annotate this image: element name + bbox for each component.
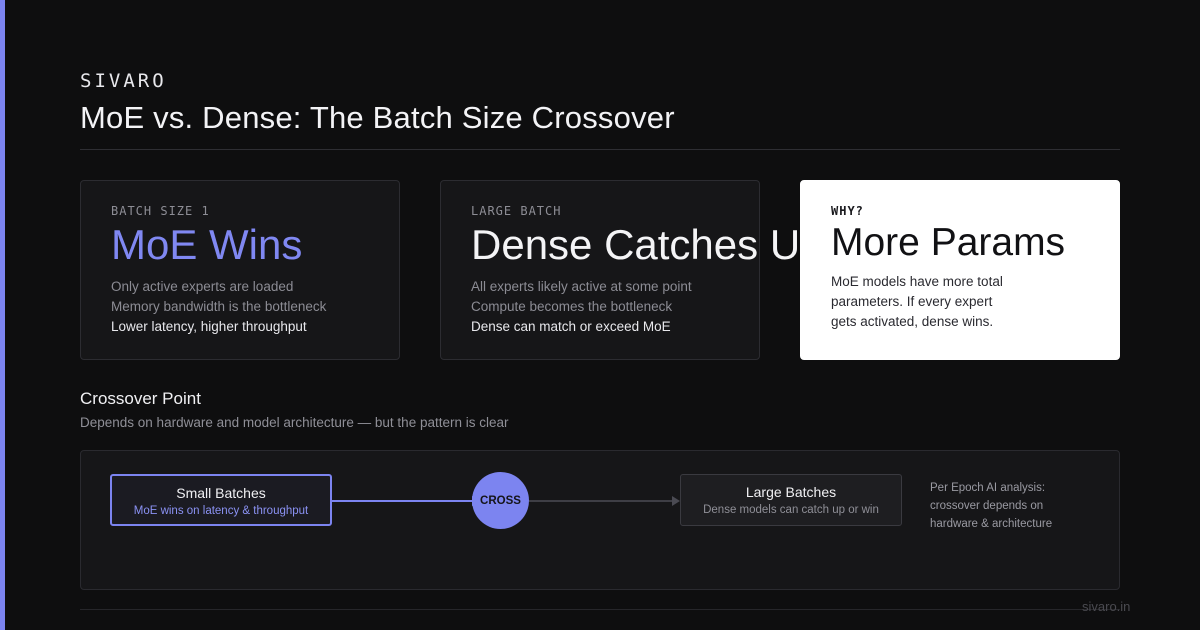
cross-node: CROSS <box>472 472 529 529</box>
card-line-emphasis: Dense can match or exceed MoE <box>471 319 671 334</box>
divider-top <box>80 149 1120 150</box>
card-lines: All experts likely active at some point … <box>471 277 692 337</box>
brand-wordmark: SIVARO <box>80 70 167 92</box>
card-headline: MoE Wins <box>111 221 303 268</box>
section-subtitle: Depends on hardware and model architectu… <box>80 415 509 430</box>
arrow-head-icon <box>672 496 680 506</box>
node-title: Large Batches <box>745 484 837 500</box>
card-line: Only active experts are loaded <box>111 279 294 294</box>
section-title: Crossover Point <box>80 389 201 408</box>
arrow-to-large <box>529 500 672 502</box>
card-tag: LARGE BATCH <box>471 204 562 218</box>
card-line: All experts likely active at some point <box>471 279 692 294</box>
node-large-batches: Large Batches Dense models can catch up … <box>680 474 902 526</box>
arrow-to-cross <box>332 500 473 502</box>
card-body: MoE models have more total parameters. I… <box>831 274 1003 329</box>
card-tag: BATCH SIZE 1 <box>111 204 210 218</box>
node-title: Small Batches <box>176 485 266 501</box>
node-subtitle: Dense models can catch up or win <box>703 504 879 516</box>
card-line: Compute becomes the bottleneck <box>471 299 673 314</box>
card-lines: Only active experts are loaded Memory ba… <box>111 277 326 337</box>
page-title: MoE vs. Dense: The Batch Size Crossover <box>80 100 675 135</box>
analysis-note: Per Epoch AI analysis: crossover depends… <box>930 482 1053 530</box>
footer-url: sivaro.in <box>1082 599 1131 614</box>
card-headline: Dense Catches Up <box>471 221 824 268</box>
card-line: Memory bandwidth is the bottleneck <box>111 299 327 314</box>
card-large-batch: LARGE BATCH Dense Catches Up All experts… <box>440 180 824 360</box>
node-small-batches: Small Batches MoE wins on latency & thro… <box>110 474 332 526</box>
card-lines: MoE models have more total parameters. I… <box>831 272 1021 332</box>
card-tag: WHY? <box>831 204 864 218</box>
node-subtitle: MoE wins on latency & throughput <box>133 505 309 517</box>
card-headline: More Params <box>831 221 1066 264</box>
divider-bottom <box>80 609 1120 610</box>
card-why: WHY? More Params MoE models have more to… <box>800 180 1120 360</box>
crossover-diagram: Small Batches MoE wins on latency & thro… <box>80 450 1120 590</box>
card-line-emphasis: Lower latency, higher throughput <box>111 319 307 334</box>
card-batch-size-1: BATCH SIZE 1 MoE Wins Only active expert… <box>80 180 400 360</box>
accent-bar <box>0 0 5 630</box>
